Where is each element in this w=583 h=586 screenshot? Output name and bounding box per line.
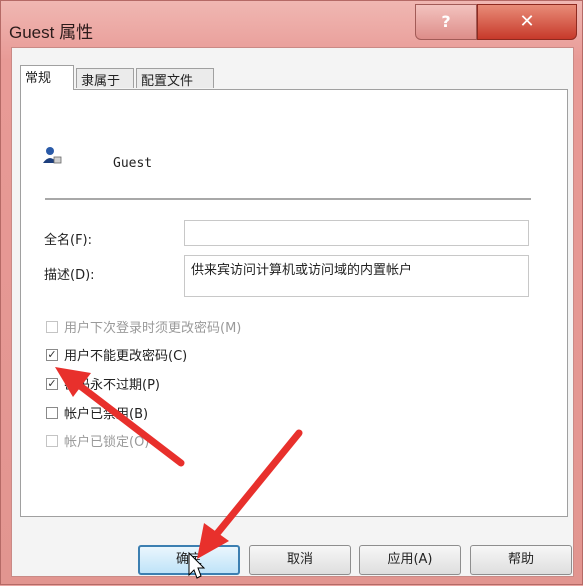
tab-profile[interactable]: 配置文件 — [136, 68, 214, 89]
checkbox-label: 用户不能更改密码(C) — [64, 349, 188, 364]
description-label: 描述(D): — [44, 268, 95, 283]
ok-button[interactable]: 确定 — [138, 545, 240, 575]
checkbox-label: 帐户已锁定(O) — [64, 435, 150, 450]
general-tab-panel: Guest 全名(F): 描述(D): 供来宾访问计算机或访问域的内置帐户 用户… — [20, 89, 568, 517]
checkbox-label: 密码永不过期(P) — [64, 378, 160, 393]
account-locked-checkbox[interactable]: 帐户已锁定(O) — [46, 431, 149, 450]
properties-dialog: Guest 属性 ? ✕ 常规 隶属于 配置文件 Guest 全名(F): 描述… — [0, 0, 583, 585]
fullname-input[interactable] — [184, 220, 529, 246]
checkmark-icon: ✓ — [46, 376, 58, 390]
username-label: Guest — [113, 156, 153, 171]
checkbox-box — [46, 320, 58, 333]
must-change-password-checkbox[interactable]: 用户下次登录时须更改密码(M) — [46, 317, 241, 336]
checkbox-box — [46, 434, 58, 447]
separator-line — [45, 198, 531, 201]
tab-member-of[interactable]: 隶属于 — [76, 68, 134, 89]
help-button[interactable]: 帮助 — [470, 545, 572, 575]
help-title-button[interactable]: ? — [415, 4, 477, 40]
account-disabled-checkbox[interactable]: 帐户已禁用(B) — [46, 403, 148, 422]
close-button[interactable]: ✕ — [477, 4, 577, 40]
checkmark-icon: ✓ — [46, 347, 58, 361]
description-input[interactable]: 供来宾访问计算机或访问域的内置帐户 — [184, 255, 529, 297]
tab-general[interactable]: 常规 — [20, 65, 74, 90]
cannot-change-password-checkbox[interactable]: ✓ 用户不能更改密码(C) — [46, 345, 187, 364]
dialog-client-area: 常规 隶属于 配置文件 Guest 全名(F): 描述(D): 供来宾访问计算机… — [11, 47, 574, 577]
window-title: Guest 属性 — [9, 23, 94, 42]
fullname-label: 全名(F): — [44, 233, 93, 248]
password-never-expires-checkbox[interactable]: ✓ 密码永不过期(P) — [46, 374, 160, 393]
checkbox-label: 帐户已禁用(B) — [64, 407, 149, 422]
checkbox-box — [46, 406, 58, 419]
user-icon — [43, 147, 62, 164]
apply-button[interactable]: 应用(A) — [359, 545, 461, 575]
cancel-button[interactable]: 取消 — [249, 545, 351, 575]
checkbox-label: 用户下次登录时须更改密码(M) — [64, 321, 242, 336]
